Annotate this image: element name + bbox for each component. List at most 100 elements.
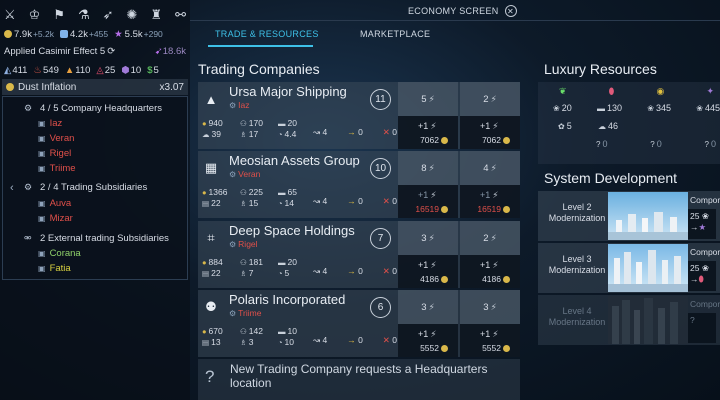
adamantian-resource: ⬢ 10: [121, 64, 142, 76]
influence-resource: ★ 5.5k +290: [114, 28, 163, 40]
external-heading[interactable]: ⚮ 2 External trading Subsidiaries: [24, 233, 169, 244]
tree-item-rigel[interactable]: ▣ Rigel: [38, 148, 71, 159]
trophy-icon[interactable]: ♜: [150, 7, 162, 23]
company-trade-flow: ↝ 4 → 0 ✕ 0: [313, 335, 397, 345]
route-slot-top[interactable]: 3 ⚡: [398, 221, 458, 255]
tree-item-corana[interactable]: ▣ Corana: [38, 248, 81, 259]
tree-item-iaz[interactable]: ▣ Iaz: [38, 118, 62, 129]
tree-item-auva[interactable]: ▣ Auva: [38, 198, 71, 209]
tree-item-triime[interactable]: ▣ Triime: [38, 163, 76, 174]
modernization-cost: ?: [688, 313, 716, 343]
hyperium-resource: ♨ 549: [33, 64, 59, 76]
ship-route-icon: ⚡: [428, 93, 435, 104]
route-slot-value[interactable]: +1 ⚡ 16519: [460, 185, 520, 218]
dust-icon: [503, 206, 510, 214]
fire-icon: ▲: [204, 91, 218, 107]
titanium-icon: ◭: [4, 64, 12, 76]
building-icon: ▣: [38, 264, 46, 273]
cycle-icon: ⟳: [107, 45, 116, 57]
route-slot-top[interactable]: 8 ⚡: [398, 151, 458, 185]
route-slot-value[interactable]: +1 ⚡ 5552: [398, 324, 458, 357]
dust-icon: [503, 137, 510, 145]
capsule-stock-icon: ▬: [596, 103, 605, 113]
gauge-icon: ◔: [278, 129, 283, 139]
city-image: [608, 244, 688, 292]
empire-icon[interactable]: ♔: [29, 7, 41, 23]
tree-item-veran[interactable]: ▣ Veran: [38, 133, 74, 144]
trading-companies-title: Trading Companies: [198, 61, 320, 77]
grid-small-icon: ▤: [202, 268, 210, 278]
science-icon: [60, 30, 68, 38]
orb-icon[interactable]: ◉: [656, 86, 664, 97]
planet-icon: ⚙: [229, 100, 237, 110]
dust-icon: [441, 206, 448, 214]
modernization-level-3[interactable]: Level 3 Modernization Compor 25 ❀ →⬮: [538, 243, 720, 293]
ship-icon: ▬: [278, 118, 286, 128]
route-slot-top[interactable]: 4 ⚡: [460, 151, 520, 185]
company-stats: ● 884 ⚇ 181 ▬ 20 ▤ 22 ♗ 7 ◔ 5: [202, 257, 297, 278]
company-card[interactable]: ▦ Meosian Assets Group ⚙ Veran 10 ● 1366 ⚇…: [198, 151, 520, 218]
company-stats: ● 1366 ⚇ 225 ▬ 65 ▤ 22 ♗ 15 ◔ 14: [202, 187, 297, 208]
headquarters-heading[interactable]: ⚙ 4 / 5 Company Headquarters: [24, 103, 162, 114]
tree-item-fatia[interactable]: ▣ Fatia: [38, 263, 71, 274]
resource-bar-strategic: ◭ 411 ♨ 549 ▲ 110 ◬ 25 ⬢ 10 $5: [4, 62, 165, 78]
route-slot-top[interactable]: 5 ⚡: [398, 82, 458, 116]
flask-icon[interactable]: ⚗: [78, 7, 90, 23]
planet-icon: ⚙: [229, 308, 237, 318]
tab-trade-resources[interactable]: TRADE & RESOURCES: [215, 29, 319, 39]
crane-icon: ♗: [240, 129, 247, 139]
leaf-icon[interactable]: ❦: [559, 86, 567, 97]
close-icon[interactable]: ✕: [504, 5, 517, 17]
route-slot-value[interactable]: +1 ⚡ 4186: [460, 255, 520, 288]
dust-icon: [503, 276, 510, 284]
route-slot-value[interactable]: +1 ⚡ 7062: [460, 116, 520, 149]
route-slot-value[interactable]: +1 ⚡ 16519: [398, 185, 458, 218]
ship-icon: ▬: [278, 187, 286, 197]
star-burst-icon[interactable]: ✺: [127, 7, 138, 23]
city-image: [608, 192, 688, 240]
modernization-level-4[interactable]: Level 4 Modernization Compor ?: [538, 295, 720, 345]
capsule-cost-icon: ⬮: [698, 274, 704, 284]
tree-item-mizar[interactable]: ▣ Mizar: [38, 213, 73, 224]
unknown-icon: ?: [596, 139, 601, 149]
modernization-cost: 25 ❀ →★: [688, 209, 716, 239]
unknown-icon: ?: [704, 139, 709, 149]
leaf-cost-icon: ❀: [701, 211, 709, 221]
sword-icon[interactable]: ⚔: [4, 7, 16, 23]
ship-icon[interactable]: ➶: [103, 7, 114, 23]
luxury-resources-title: Luxury Resources: [544, 61, 657, 77]
route-slot-value[interactable]: +1 ⚡ 4186: [398, 255, 458, 288]
company-owner: ⚙ Triime: [229, 308, 262, 318]
collapse-left-icon[interactable]: ‹: [10, 182, 14, 194]
dust-inflation-row[interactable]: Dust Inflation x3.07: [2, 79, 188, 95]
arrow-icon: ➹: [154, 45, 163, 57]
modernization-cost: 25 ❀ →⬮: [688, 261, 716, 291]
grid-small-icon: ▤: [202, 337, 210, 347]
flag-icon[interactable]: ⚑: [53, 7, 65, 23]
route-slot-value[interactable]: +1 ⚡ 7062: [398, 116, 458, 149]
company-card[interactable]: ▲ Ursa Major Shipping ⚙ Iaz 11 ● 940 ⚇ 170 …: [198, 82, 520, 149]
resource-bar-main: 7.9k +5.2k 4.2k +455 ★ 5.5k +290: [4, 26, 169, 42]
ship-route-icon: ⚡: [492, 329, 499, 339]
network-icon: ⚇: [240, 187, 247, 197]
luxury-icon-row: ❦ ⬮ ◉ ✦: [553, 86, 720, 97]
capsule-icon[interactable]: ⬮: [609, 86, 615, 97]
route-slot-top[interactable]: 3 ⚡: [460, 290, 520, 324]
route-slot-top[interactable]: 2 ⚡: [460, 221, 520, 255]
hyperium-icon: ♨: [33, 64, 42, 76]
tab-marketplace[interactable]: MARKETPLACE: [360, 29, 430, 39]
modernization-level-2[interactable]: Level 2 Modernization Compor 25 ❀ →★: [538, 191, 720, 241]
route-slot-top[interactable]: 3 ⚡: [398, 290, 458, 324]
new-company-request[interactable]: ? New Trading Company requests a Headqua…: [198, 359, 520, 400]
company-trade-flow: ↝ 4 → 0 ✕ 0: [313, 196, 397, 206]
route-slot-value[interactable]: +1 ⚡ 5552: [460, 324, 520, 357]
company-level-badge: 6: [370, 297, 391, 318]
company-card[interactable]: ⌗ Deep Space Holdings ⚙ Rigel 7 ● 884 ⚇ 181…: [198, 221, 520, 288]
economy-screen-header: ECONOMY SCREEN ✕: [408, 2, 517, 20]
subsidiaries-heading[interactable]: ⚙ 2 / 4 Trading Subsidiaries: [24, 182, 147, 193]
sparkle-icon[interactable]: ✦: [706, 86, 714, 97]
handshake-icon[interactable]: ⚯: [175, 7, 186, 23]
company-card[interactable]: ⚉ Polaris Incorporated ⚙ Triime 6 ● 670 ⚇ 1…: [198, 290, 520, 357]
route-slot-top[interactable]: 2 ⚡: [460, 82, 520, 116]
strategic-resource: $5: [147, 64, 159, 76]
